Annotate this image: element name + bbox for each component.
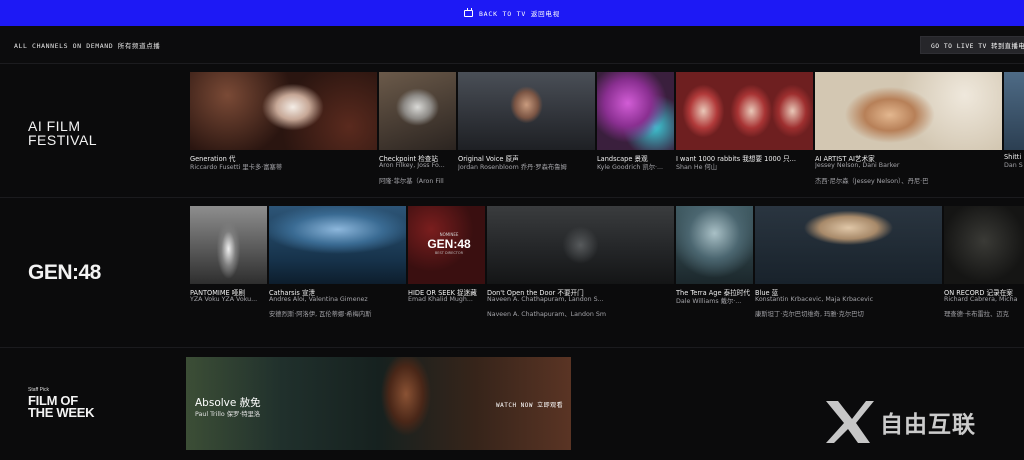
film-creator: Kyle Goodrich 凯尔·...: [597, 164, 663, 171]
film-card[interactable]: ON RECORD 记录在案 Richard Cabrera, Micha 理查…: [944, 198, 1024, 348]
film-card[interactable]: Blue 蓝 Konstantin Krbacevic, Maja Krbace…: [755, 198, 944, 348]
go-to-live-button[interactable]: GO TO LIVE TV 转到直播电视: [920, 36, 1024, 54]
film-thumbnail: [190, 206, 267, 284]
film-card[interactable]: PANTOMIME 哑剧 YZA Voku YZA Voku...: [190, 198, 269, 348]
film-thumbnail: [676, 206, 753, 284]
channel-header: ALL CHANNELS ON DEMAND 所有频道点播 GO TO LIVE…: [0, 26, 1024, 64]
film-card[interactable]: Checkpoint 检查站 Aron Filkey, Joss Fo... 阿…: [379, 64, 458, 198]
film-creator: Riccardo Fusetti 里卡多·富塞蒂: [190, 164, 283, 171]
badge-category: BEST DIRECTOR: [434, 251, 464, 255]
film-card[interactable]: AI ARTIST AI艺术家 Jessey Nelson, Dani Bark…: [815, 64, 1004, 198]
watermark-text: 自由互联: [880, 411, 976, 437]
back-to-tv-label: BACK TO TV 返回电视: [478, 10, 561, 18]
film-creator: Jordan Rosenbloom 乔丹·罗森布鲁姆: [458, 164, 567, 171]
film-creator-translation: 理查德·卡布雷拉、迈克: [944, 311, 1009, 318]
film-card[interactable]: Shitti Dan S: [1004, 64, 1024, 198]
film-card[interactable]: I want 1000 rabbits 我想要 1000 只... Shan H…: [676, 64, 815, 198]
film-card[interactable]: Landscape 景观 Kyle Goodrich 凯尔·...: [597, 64, 676, 198]
film-creator: Emad Khalid Mugh...: [408, 296, 473, 303]
logo-line: THE WEEK: [28, 405, 95, 420]
tv-icon: [463, 7, 473, 17]
channel-row-gen48: GEN:48 PANTOMIME 哑剧 YZA Voku YZA Voku...…: [0, 198, 1024, 348]
channel-row-ai-film-festival: AI FILM FESTIVAL Generation 代 Riccardo F…: [0, 64, 1024, 198]
film-card[interactable]: Original Voice 原声 Jordan Rosenbloom 乔丹·罗…: [458, 64, 597, 198]
film-of-the-week-logo[interactable]: Staff Pick FILM OF THE WEEK: [28, 388, 95, 420]
watermark: 自由互联: [826, 401, 976, 443]
film-creator: Dan S: [1004, 162, 1023, 169]
logo-line: AI FILM: [28, 118, 81, 134]
back-to-tv-bar[interactable]: BACK TO TV 返回电视: [0, 0, 1024, 26]
logo-line: FESTIVAL: [28, 132, 98, 148]
film-thumbnail: [944, 206, 1024, 284]
film-thumbnail: [269, 206, 406, 284]
featured-thumbnail: [371, 357, 441, 450]
film-thumbnail: [755, 206, 942, 284]
film-creator: Jessey Nelson, Dani Barker: [815, 162, 900, 169]
film-creator-translation: 杰西·尼尔森（Jessey Nelson）、丹尼·巴: [815, 178, 929, 185]
film-creator: Dale Williams 戴尔·...: [676, 298, 742, 305]
film-thumbnail: [597, 72, 674, 150]
film-creator: Richard Cabrera, Micha: [944, 296, 1018, 303]
featured-film-creator: Paul Trillo 保罗·特里洛: [195, 411, 261, 418]
featured-film-card[interactable]: Absolve 赦免 Paul Trillo 保罗·特里洛 WATCH NOW …: [186, 357, 571, 450]
film-creator: Shan He 何山: [676, 164, 718, 171]
film-thumbnail: [676, 72, 813, 150]
film-title: Shitti: [1004, 153, 1022, 161]
film-creator: Andres Aloi, Valentina Gimenez: [269, 296, 368, 303]
film-thumbnail: [815, 72, 1002, 150]
film-card[interactable]: NOMINEE GEN:48 BEST DIRECTOR HIDE OR SEE…: [408, 198, 487, 348]
film-creator: YZA Voku YZA Voku...: [190, 296, 258, 303]
watch-now-button[interactable]: WATCH NOW 立即观看: [496, 400, 563, 409]
film-creator: Konstantin Krbacevic, Maja Krbacevic: [755, 296, 874, 303]
all-channels-label: ALL CHANNELS ON DEMAND 所有频道点播: [14, 42, 161, 50]
film-creator-translation: Naveen A. Chathapuram、Landon Sm: [487, 311, 606, 318]
go-to-live-label: GO TO LIVE TV 转到直播电视: [931, 42, 1024, 50]
film-card[interactable]: Don't Open the Door 不要开门 Naveen A. Chath…: [487, 198, 676, 348]
gen48-logo[interactable]: GEN:48: [28, 262, 101, 283]
film-thumbnail: [487, 206, 674, 284]
ai-film-festival-logo[interactable]: AI FILM FESTIVAL: [28, 119, 97, 147]
film-thumbnail: [1004, 72, 1024, 150]
film-creator-translation: 安德烈斯·阿洛伊, 瓦伦蒂娜·希梅内斯: [269, 311, 372, 318]
film-creator: Naveen A. Chathapuram, Landon S...: [487, 296, 604, 303]
film-thumbnail: [458, 72, 595, 150]
film-creator-translation: 阿隆·菲尔基（Aron Fill: [379, 178, 444, 185]
watermark-logo-icon: [826, 401, 874, 443]
film-creator: Aron Filkey, Joss Fo...: [379, 162, 445, 169]
badge-logo: GEN:48: [427, 237, 471, 251]
film-creator-translation: 康斯坦丁·克尔巴切维奇, 玛雅·克尔巴切: [755, 311, 864, 318]
film-thumbnail: [379, 72, 456, 150]
film-card[interactable]: Catharsis 宣泄 Andres Aloi, Valentina Gime…: [269, 198, 408, 348]
film-thumbnail: NOMINEE GEN:48 BEST DIRECTOR: [408, 206, 485, 284]
film-thumbnail: [190, 72, 377, 150]
nominee-badge: NOMINEE GEN:48 BEST DIRECTOR: [426, 232, 472, 255]
featured-film-title: Absolve 赦免: [195, 397, 261, 409]
film-card[interactable]: Generation 代 Riccardo Fusetti 里卡多·富塞蒂: [190, 64, 379, 198]
film-card[interactable]: The Terra Age 泰拉时代 Dale Williams 戴尔·...: [676, 198, 755, 348]
